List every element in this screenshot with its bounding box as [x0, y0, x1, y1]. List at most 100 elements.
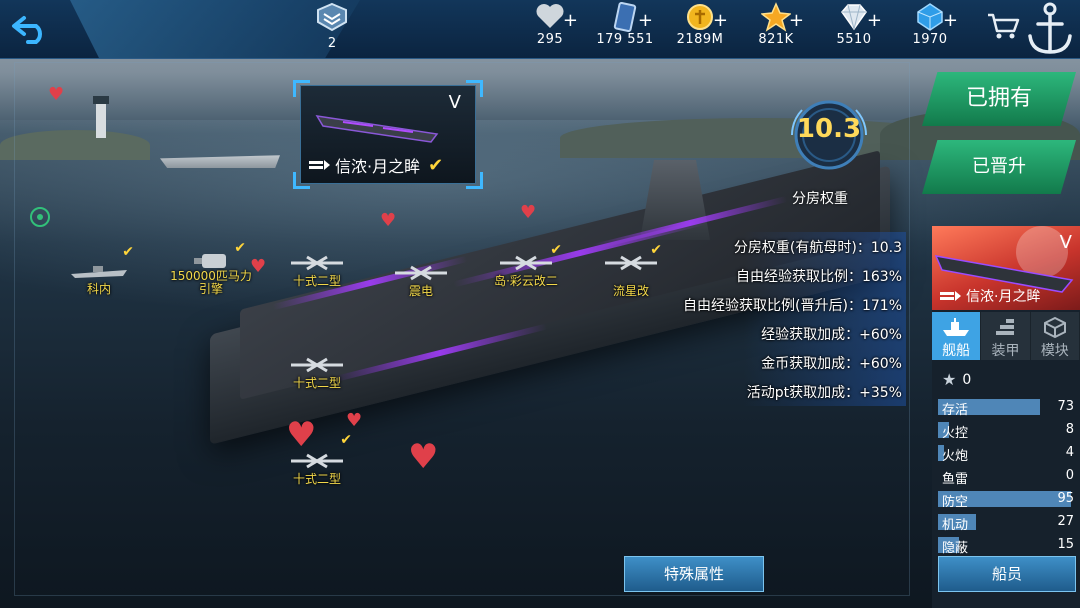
plane-icon — [291, 357, 343, 373]
aircraft-name: 十式二型 — [292, 472, 341, 486]
plus-icon: + — [712, 10, 728, 31]
heart-icon — [536, 4, 564, 29]
card-corner — [293, 80, 310, 97]
checkmark-icon: ✔ — [234, 240, 246, 256]
ship-stat-label: 隐蔽 — [942, 541, 969, 556]
aircraft-slot[interactable]: 十式二型 — [282, 254, 352, 289]
ship-name: 信浓·月之眸 — [335, 157, 421, 176]
resource-value: 1970 — [912, 32, 948, 47]
resource-value: 179 551 — [596, 32, 654, 47]
ship-tier: V — [448, 92, 461, 113]
resource-silver-diamonds[interactable]: + 5510 — [826, 2, 882, 47]
heart-particle: ♥ — [380, 210, 397, 231]
aircraft-slot[interactable]: ✔ 科内 — [64, 244, 134, 297]
resource-value: 295 — [536, 32, 564, 47]
star-outline-icon: ★ — [942, 370, 957, 389]
ship-portrait[interactable]: V 信浓·月之眸 — [932, 226, 1080, 310]
plane-icon — [291, 453, 343, 469]
gold-coin-icon — [687, 4, 713, 30]
promoted-button[interactable]: 已晋升 — [922, 140, 1076, 194]
resource-icon-wrap: + — [754, 2, 804, 32]
ship-stat-value: 8 — [1065, 422, 1074, 437]
plus-icon: + — [942, 10, 958, 31]
ship-stat-label: 存活 — [942, 403, 969, 418]
back-button[interactable] — [10, 10, 54, 46]
tab-label: 模块 — [1040, 343, 1069, 359]
resource-blue-diamonds[interactable]: + 1970 — [904, 2, 958, 47]
resource-icon-wrap: + — [908, 2, 958, 32]
tab-armor[interactable]: 装甲 — [981, 312, 1031, 360]
ship-stat-value: 15 — [1057, 537, 1074, 552]
star-level: ★ 0 — [942, 370, 971, 389]
resource-hearts[interactable]: + 295 — [524, 2, 578, 47]
aircraft-slot[interactable]: ✔ 十式二型 — [282, 432, 352, 487]
anchor-icon — [1028, 2, 1072, 54]
aircraft-name: 震电 — [408, 284, 433, 298]
plane-icon — [500, 255, 552, 271]
ship-stat-row: 火控 8 — [938, 419, 1078, 441]
card-corner — [466, 80, 483, 97]
resource-value: 821K — [758, 32, 794, 47]
resource-cards[interactable]: + 179 551 — [590, 1, 660, 47]
weight-value: 10.3 — [796, 114, 862, 144]
ship-icon — [943, 318, 970, 336]
resource-value: 5510 — [836, 32, 872, 47]
bonus-line: 金币获取加成：+60% — [636, 348, 906, 377]
aircraft-slot[interactable]: ✔ 150000匹马力引擎 — [166, 240, 262, 296]
resource-gold[interactable]: + 2189M — [670, 2, 730, 47]
plus-icon: + — [637, 10, 653, 31]
back-arrow-icon — [12, 16, 42, 44]
rank-badge-icon — [317, 2, 347, 32]
tab-label: 装甲 — [991, 343, 1020, 359]
card-icon — [613, 1, 637, 33]
selected-ship-card[interactable]: V 信浓·月之眸 ✔ — [293, 80, 483, 189]
ship-stat-value: 4 — [1065, 445, 1074, 460]
matchmaking-weight-badge: 10.3 — [788, 98, 870, 172]
ship-stats-list: 存活 73 火控 8 火炮 4 鱼雷 0 防空 95 机动 27 隐蔽 15 — [938, 396, 1078, 557]
ship-tier: V — [1059, 232, 1072, 253]
crew-button[interactable]: 船员 — [938, 556, 1076, 592]
bonus-line: 经验获取加成：+60% — [636, 319, 906, 348]
owned-button[interactable]: 已拥有 — [922, 72, 1076, 126]
aircraft-slot[interactable]: 震电 — [386, 264, 456, 299]
aircraft-slot[interactable]: ✔ 岛·彩云改二 — [488, 242, 564, 289]
target-marker-icon — [30, 207, 50, 227]
resource-icon-wrap: + — [678, 2, 728, 32]
plane-icon — [395, 265, 447, 281]
ship-info-panel: V 信浓·月之眸 舰船 装甲 模块 ★ 0 存活 73 火控 8 火炮 4 鱼雷 0 防空 95 机… — [932, 226, 1080, 608]
tab-ship[interactable]: 舰船 — [932, 312, 982, 360]
shopping-cart-icon — [988, 13, 1020, 39]
ship-portrait-footer: 信浓·月之眸 — [940, 286, 1040, 306]
ship-card-footer: 信浓·月之眸 ✔ — [309, 153, 443, 177]
aircraft-name: 岛·彩云改二 — [494, 274, 558, 288]
bonus-line: 自由经验获取比例(晋升后)：171% — [636, 290, 906, 319]
tab-module[interactable]: 模块 — [1030, 312, 1080, 360]
bonus-line: 活动pt获取加成：+35% — [636, 377, 906, 406]
weight-label: 分房权重 — [792, 191, 848, 207]
ship-silhouette-icon — [71, 266, 127, 278]
battle-scene-background: ♥ ♥ ♥ ♥ ♥ ♥ ♥ — [0, 0, 1080, 608]
silver-diamond-icon — [841, 4, 867, 31]
plus-icon: + — [866, 10, 882, 31]
ship-stat-row: 隐蔽 15 — [938, 534, 1078, 556]
top-bar: 2 + 295 + 179 551 + 2189M + 821K + 5510 … — [0, 0, 1080, 59]
heart-particle: ♥ — [520, 202, 537, 223]
resource-icon-wrap: + — [603, 1, 653, 33]
special-attributes-button[interactable]: 特殊属性 — [624, 556, 764, 592]
shop-button[interactable] — [986, 12, 1020, 40]
ship-stat-label: 火炮 — [942, 449, 969, 464]
heart-particle: ♥ — [286, 415, 317, 455]
aircraft-slot[interactable]: 十式二型 — [282, 356, 352, 391]
checkmark-icon: ✔ — [340, 432, 352, 448]
ship-stat-value: 0 — [1065, 468, 1074, 483]
aircraft-name: 十式二型 — [292, 274, 341, 288]
checkmark-icon: ✔ — [122, 244, 134, 260]
ship-stat-label: 机动 — [942, 518, 969, 533]
port-button[interactable] — [1022, 0, 1078, 58]
star-level-value: 0 — [962, 371, 972, 388]
player-rank[interactable]: 2 — [306, 2, 358, 51]
resource-stars[interactable]: + 821K — [748, 2, 804, 47]
ship-stat-row: 机动 27 — [938, 511, 1078, 533]
heart-particle: ♥ — [346, 410, 363, 431]
bonus-line: 分房权重(有航母时)：10.3 — [636, 232, 906, 261]
